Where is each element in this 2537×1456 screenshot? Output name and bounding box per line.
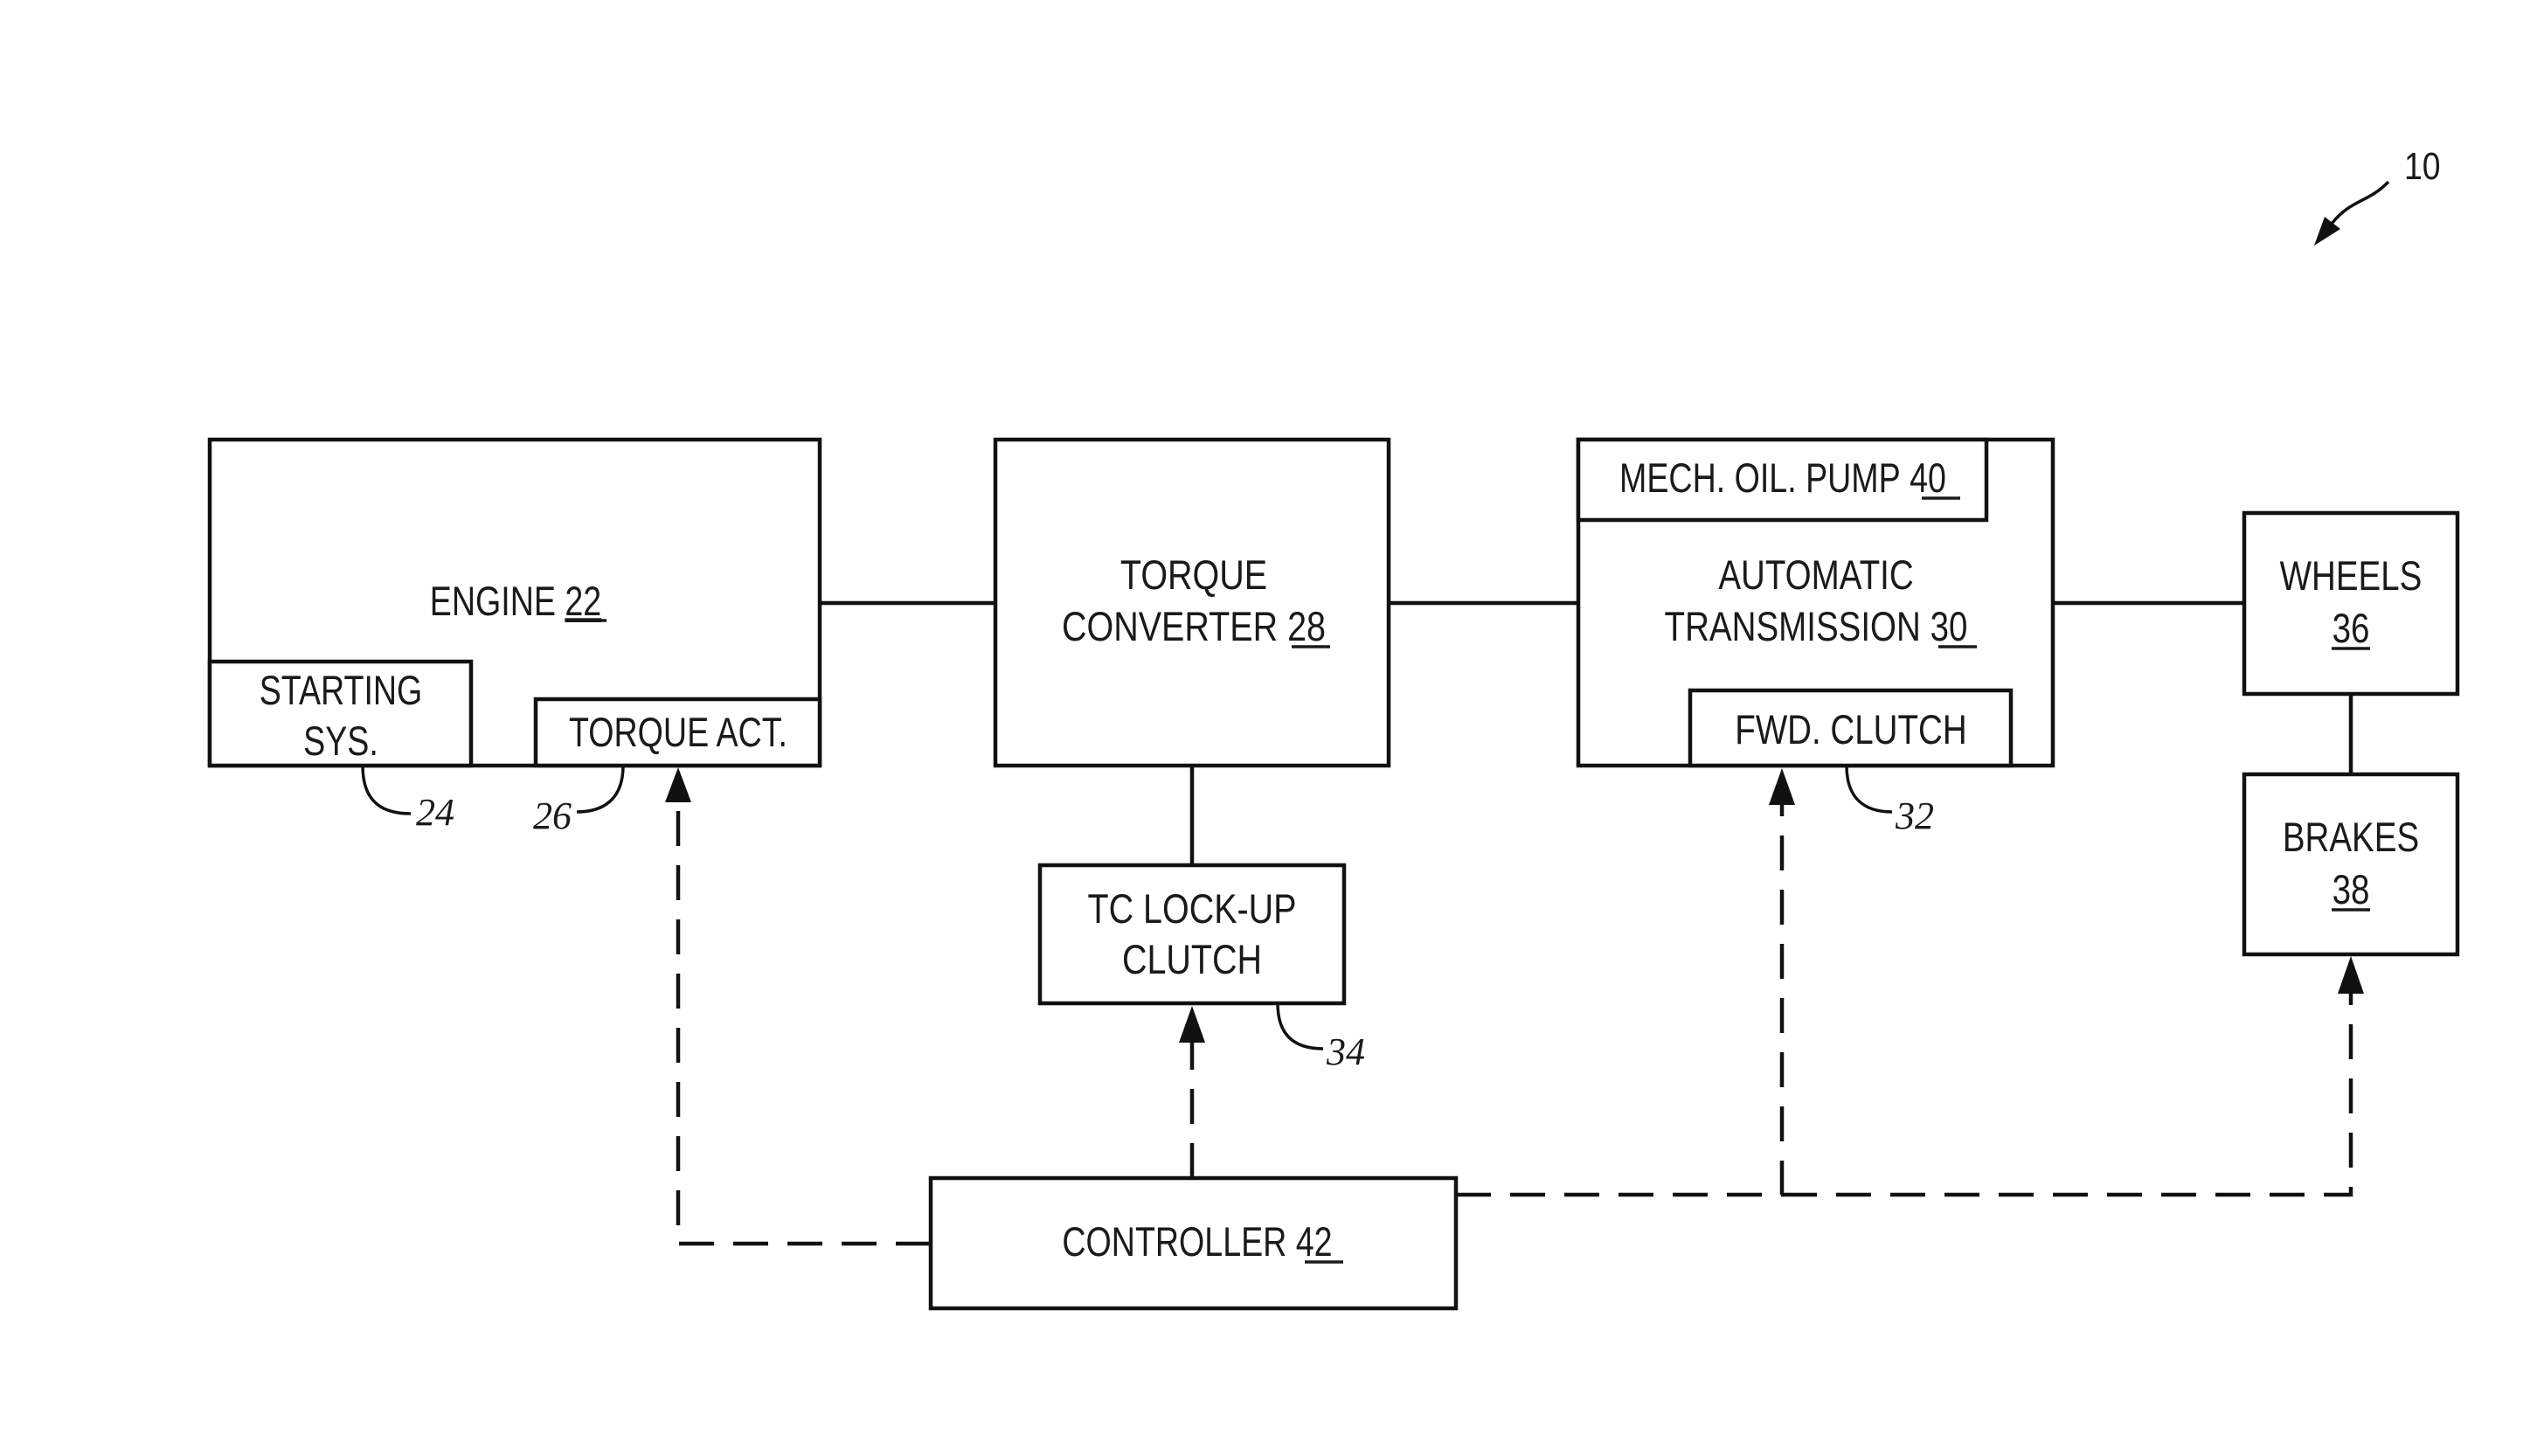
engine-ref-number: 22 — [565, 579, 601, 625]
wheels-label: WHEELS — [2280, 553, 2423, 599]
forward-clutch-label: FWD. CLUTCH — [1735, 707, 1966, 752]
tc-lockup-clutch-label-line1: TC LOCK-UP — [1087, 887, 1296, 933]
controller-to-brakes-signal — [1782, 994, 2353, 1197]
starting-system-block: STARTING SYS. 24 — [207, 659, 474, 834]
forward-clutch-block: FWD. CLUTCH 32 — [1688, 688, 2014, 837]
wheels-ref-number: 36 — [2333, 606, 2370, 651]
forward-clutch-arrow-icon — [1769, 768, 1795, 805]
tc-lockup-clutch-label-line2: CLUTCH — [1122, 938, 1262, 983]
starting-system-label-line1: STARTING — [260, 668, 423, 714]
torque-actuator-leader-line — [576, 765, 625, 814]
engine-label: ENGINE 22 — [430, 579, 601, 625]
wheels-box — [2242, 510, 2460, 697]
mech-oil-pump-label: MECH. OIL. PUMP 40 — [1619, 455, 1946, 502]
starting-system-ref-number: 24 — [416, 791, 454, 834]
starting-system-leader-line — [361, 765, 412, 815]
mech-oil-pump-ref-number: 40 — [1910, 455, 1946, 502]
automatic-transmission-label-line1: AUTOMATIC — [1718, 552, 1913, 598]
brakes-box — [2242, 772, 2460, 957]
torque-converter-box — [993, 437, 1391, 768]
torque-converter-label-line2: CONVERTER 28 — [1062, 605, 1326, 650]
tc-lockup-clutch-leader-line — [1276, 1002, 1324, 1050]
torque-actuator-arrow-icon — [665, 767, 691, 802]
torque-actuator-label: TORQUE ACT. — [569, 710, 787, 756]
controller-to-forward-clutch-signal — [1456, 802, 1785, 1197]
starting-system-label-line2: SYS. — [303, 718, 378, 765]
automatic-transmission-label-line2: TRANSMISSION 30 — [1665, 604, 1968, 649]
controller-ref-number: 42 — [1296, 1219, 1333, 1265]
arrowheads — [665, 767, 2364, 1043]
brakes-arrow-icon — [2338, 956, 2364, 994]
controller-label: CONTROLLER 42 — [1062, 1219, 1332, 1265]
torque-converter-ref-number: 28 — [1287, 605, 1326, 650]
mech-oil-pump-block: MECH. OIL. PUMP 40 — [1576, 437, 1989, 523]
torque-converter-block: TORQUE CONVERTER 28 — [993, 437, 1391, 768]
lockup-clutch-arrow-icon — [1179, 1006, 1205, 1043]
controller-to-torque-actuator-signal — [676, 800, 931, 1246]
figure-reference-leader-line — [2330, 180, 2390, 225]
brakes-ref-number: 38 — [2333, 867, 2370, 912]
controller-block: CONTROLLER 42 — [928, 1175, 1459, 1311]
figure-reference-number: 10 — [2404, 144, 2441, 188]
torque-actuator-ref-number: 26 — [533, 794, 572, 837]
figure-reference: 10 — [2314, 144, 2441, 246]
tc-lockup-clutch-ref-number: 34 — [1326, 1030, 1365, 1073]
automatic-transmission-ref-number: 30 — [1930, 604, 1968, 649]
wheels-block: WHEELS 36 — [2242, 510, 2460, 697]
figure-reference-arrow-icon — [2314, 217, 2340, 246]
forward-clutch-ref-number: 32 — [1895, 794, 1934, 837]
torque-converter-label-line1: TORQUE — [1120, 553, 1267, 599]
forward-clutch-leader-line — [1845, 765, 1893, 814]
brakes-block: BRAKES 38 — [2242, 772, 2460, 957]
brakes-label: BRAKES — [2283, 815, 2419, 860]
powertrain-block-diagram: ENGINE 22 STARTING SYS. 24 TORQUE ACT. 2… — [207, 144, 2460, 1311]
